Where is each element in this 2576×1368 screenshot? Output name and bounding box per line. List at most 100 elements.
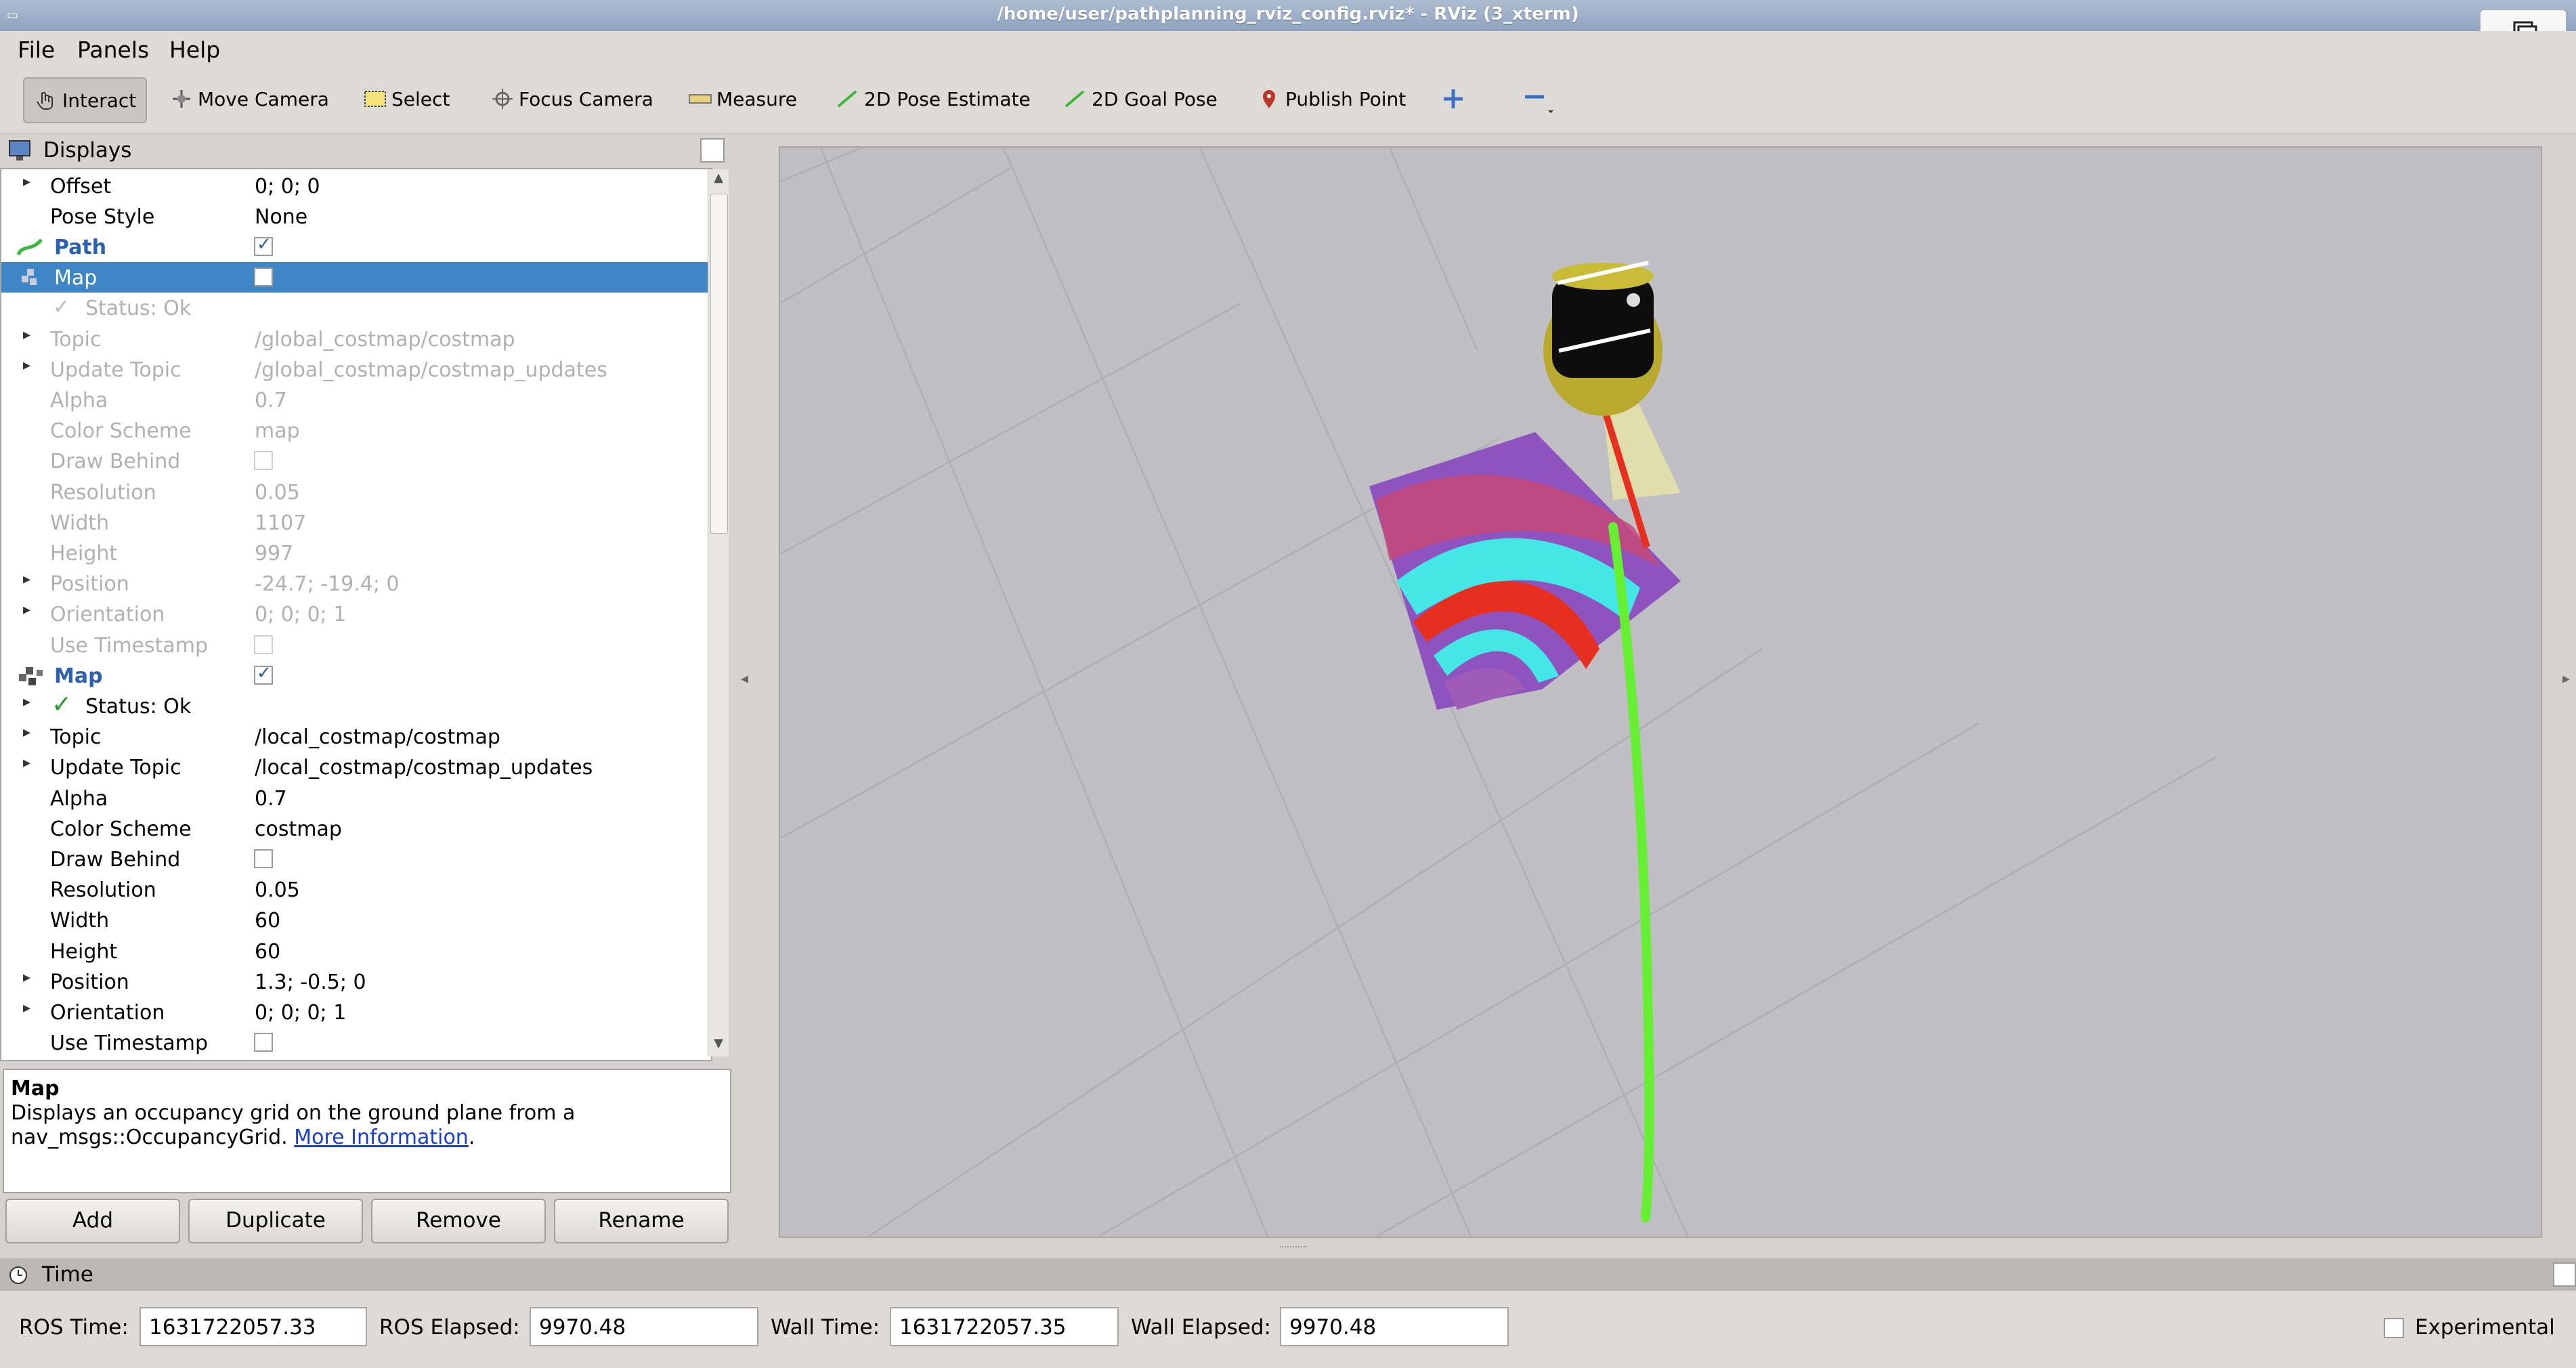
goal-arrow-icon bbox=[1063, 89, 1088, 109]
panel-undock-button[interactable] bbox=[700, 138, 725, 163]
ros-time-label: ROS Time: bbox=[19, 1315, 129, 1340]
property-row[interactable]: Draw Behind bbox=[1, 446, 708, 476]
property-row[interactable]: Width 60 bbox=[1, 905, 708, 935]
monitor-icon bbox=[9, 140, 30, 161]
tool-publish-point[interactable]: Publish Point bbox=[1257, 77, 1406, 121]
property-row[interactable]: Color Scheme map bbox=[1, 415, 708, 446]
menu-file[interactable]: File bbox=[18, 37, 55, 63]
expand-arrow-icon[interactable]: ▸ bbox=[23, 724, 30, 741]
toolbar: Interact Move Camera Select Focus Camera… bbox=[0, 66, 2576, 133]
property-row[interactable]: ▸ Update Topic /local_costmap/costmap_up… bbox=[1, 752, 708, 782]
render-3d-view[interactable] bbox=[779, 146, 2542, 1238]
description-title: Map bbox=[11, 1077, 60, 1100]
property-row[interactable]: Alpha 0.7 bbox=[1, 385, 708, 415]
tool-label: 2D Goal Pose bbox=[1092, 87, 1218, 110]
property-row[interactable]: ▸ Update Topic /global_costmap/costmap_u… bbox=[1, 354, 708, 385]
tree-scrollbar[interactable]: ▲ ▼ bbox=[708, 169, 729, 1056]
description-text: Displays an occupancy grid on the ground… bbox=[11, 1101, 576, 1149]
expand-arrow-icon[interactable]: ▸ bbox=[23, 754, 30, 771]
collapse-right-icon[interactable]: ▸ bbox=[2562, 670, 2570, 687]
property-row[interactable]: Pose Style None bbox=[1, 201, 708, 232]
property-row[interactable]: Draw Behind bbox=[1, 844, 708, 874]
tool-measure[interactable]: Measure bbox=[688, 77, 797, 121]
display-row-map-global[interactable]: Map bbox=[1, 262, 708, 293]
property-row[interactable]: Use Timestamp bbox=[1, 630, 708, 660]
tool-interact[interactable]: Interact bbox=[23, 77, 148, 123]
panel-undock-button[interactable] bbox=[2553, 1262, 2576, 1287]
tool-select[interactable]: Select bbox=[363, 77, 450, 121]
enable-checkbox[interactable] bbox=[254, 268, 273, 286]
status-row[interactable]: ✓ Status: Ok bbox=[1, 293, 708, 323]
add-tool-button[interactable] bbox=[1441, 77, 1465, 121]
property-row[interactable]: Height 60 bbox=[1, 936, 708, 966]
property-row[interactable]: ▸ Topic /local_costmap/costmap bbox=[1, 721, 708, 752]
expand-arrow-icon[interactable]: ▸ bbox=[23, 173, 30, 190]
wall-time-field[interactable]: 1631722057.35 bbox=[890, 1307, 1119, 1346]
menu-panels[interactable]: Panels bbox=[77, 37, 149, 63]
add-button[interactable]: Add bbox=[5, 1199, 180, 1243]
remove-tool-button[interactable] bbox=[1521, 77, 1555, 121]
ros-time-field[interactable]: 1631722057.33 bbox=[139, 1307, 367, 1346]
plus-icon bbox=[1444, 89, 1463, 108]
display-row-path[interactable]: Path bbox=[1, 232, 708, 262]
ruler-icon bbox=[688, 89, 712, 109]
more-information-link[interactable]: More Information bbox=[294, 1126, 469, 1149]
expand-arrow-icon[interactable]: ▸ bbox=[23, 693, 30, 710]
property-row[interactable]: Color Scheme costmap bbox=[1, 813, 708, 844]
tool-label: Interact bbox=[62, 89, 137, 112]
collapse-left-icon[interactable]: ◂ bbox=[741, 670, 748, 687]
experimental-checkbox[interactable] bbox=[2384, 1318, 2404, 1338]
wall-elapsed-label: Wall Elapsed: bbox=[1131, 1315, 1271, 1340]
expand-arrow-icon[interactable]: ▸ bbox=[23, 357, 30, 374]
property-row[interactable]: Alpha 0.7 bbox=[1, 783, 708, 813]
property-row[interactable]: Use Timestamp bbox=[1, 1027, 708, 1058]
property-checkbox[interactable] bbox=[254, 1033, 273, 1052]
tool-2d-goal-pose[interactable]: 2D Goal Pose bbox=[1063, 77, 1218, 121]
wall-elapsed-field[interactable]: 9970.48 bbox=[1280, 1307, 1509, 1346]
property-row[interactable]: ▸ Position -24.7; -19.4; 0 bbox=[1, 568, 708, 599]
tool-label: Move Camera bbox=[198, 87, 329, 110]
expand-arrow-icon[interactable]: ▸ bbox=[23, 326, 30, 343]
rename-button[interactable]: Rename bbox=[554, 1199, 729, 1243]
expand-arrow-icon[interactable]: ▸ bbox=[23, 601, 30, 618]
property-row[interactable]: ▸ Orientation 0; 0; 0; 1 bbox=[1, 599, 708, 629]
path-icon bbox=[16, 238, 43, 256]
enable-checkbox[interactable] bbox=[254, 663, 273, 685]
scroll-down-icon[interactable]: ▼ bbox=[711, 1036, 726, 1054]
tool-label: Publish Point bbox=[1285, 87, 1407, 110]
property-row[interactable]: Width 1107 bbox=[1, 507, 708, 538]
property-checkbox[interactable] bbox=[254, 849, 273, 868]
property-row[interactable]: Height 997 bbox=[1, 538, 708, 568]
tool-2d-pose-estimate[interactable]: 2D Pose Estimate bbox=[836, 77, 1031, 121]
property-checkbox[interactable] bbox=[254, 451, 273, 470]
property-row[interactable]: Resolution 0.05 bbox=[1, 477, 708, 507]
tool-move-camera[interactable]: Move Camera bbox=[169, 77, 329, 121]
property-row[interactable]: Resolution 0.05 bbox=[1, 874, 708, 905]
expand-arrow-icon[interactable]: ▸ bbox=[23, 1000, 30, 1017]
expand-arrow-icon[interactable]: ▸ bbox=[23, 571, 30, 588]
remove-button[interactable]: Remove bbox=[371, 1199, 546, 1243]
scroll-up-icon[interactable]: ▲ bbox=[711, 171, 726, 188]
tool-label: Select bbox=[391, 87, 450, 110]
ros-elapsed-field[interactable]: 9970.48 bbox=[530, 1307, 758, 1346]
move-camera-icon bbox=[169, 89, 194, 109]
expand-arrow-icon[interactable]: ▸ bbox=[23, 969, 30, 986]
property-row[interactable]: ▸ Position 1.3; -0.5; 0 bbox=[1, 966, 708, 997]
scroll-thumb[interactable] bbox=[710, 194, 728, 534]
planned-path bbox=[1608, 522, 1654, 1222]
tool-focus-camera[interactable]: Focus Camera bbox=[490, 77, 653, 121]
view-resize-handle[interactable] bbox=[1280, 1246, 1307, 1252]
time-panel-header: Time bbox=[0, 1258, 2576, 1291]
tool-label: 2D Pose Estimate bbox=[864, 87, 1031, 110]
enable-checkbox[interactable] bbox=[254, 234, 273, 256]
duplicate-button[interactable]: Duplicate bbox=[188, 1199, 363, 1243]
property-row[interactable]: ▸ Topic /global_costmap/costmap bbox=[1, 324, 708, 354]
property-row[interactable]: ▸ Offset 0; 0; 0 bbox=[1, 171, 708, 201]
property-row[interactable]: ▸ Orientation 0; 0; 0; 1 bbox=[1, 997, 708, 1027]
displays-panel-header: Displays bbox=[0, 134, 731, 167]
menu-help[interactable]: Help bbox=[169, 37, 220, 63]
status-row[interactable]: ▸ ✓ Status: Ok bbox=[1, 691, 708, 721]
display-row-map-local[interactable]: Map bbox=[1, 660, 708, 691]
property-checkbox[interactable] bbox=[254, 635, 273, 654]
select-icon bbox=[363, 89, 387, 109]
